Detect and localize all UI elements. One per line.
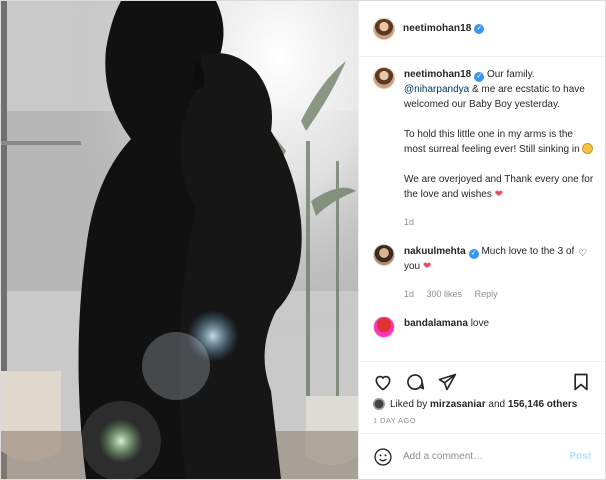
reply-button[interactable]: Reply	[475, 289, 498, 299]
emoji-smiley-icon[interactable]	[373, 447, 393, 467]
caption-paragraph: We are overjoyed and Thank every one for…	[404, 174, 594, 200]
avatar[interactable]	[373, 17, 395, 40]
like-comment-heart-icon[interactable]: ♡	[578, 248, 587, 259]
red-heart-icon: ❤	[494, 189, 504, 200]
comment-time[interactable]: 1d	[404, 289, 414, 299]
grinning-face-icon	[582, 143, 594, 154]
comment-username[interactable]: bandalamana	[404, 318, 468, 329]
like-heart-icon[interactable]	[373, 372, 393, 392]
list-item: nakuulmehta ✓ Much love to the 3 of you ❤…	[373, 244, 595, 302]
comment-input[interactable]	[403, 451, 570, 462]
add-comment-bar: Post	[359, 433, 605, 479]
comment-likes[interactable]: 300 likes	[427, 289, 463, 299]
verified-badge-icon: ✓	[468, 249, 479, 259]
caption-time[interactable]: 1d	[404, 217, 414, 227]
save-bookmark-icon[interactable]	[571, 372, 591, 392]
caption-username[interactable]: neetimohan18	[404, 69, 471, 80]
post-side-panel: neetimohan18 ✓ neetimohan18 ✓ Our family.…	[358, 1, 605, 479]
post-time-ago[interactable]: 1 DAY AGO	[373, 416, 591, 425]
caption-comment: neetimohan18 ✓ Our family. @niharpandya &…	[373, 67, 595, 230]
post-photo[interactable]	[1, 1, 358, 479]
red-heart-icon: ❤	[422, 261, 432, 272]
list-item: bandalamana love	[373, 316, 595, 338]
comment-meta: 1d 300 likes Reply	[404, 287, 577, 302]
avatar[interactable]	[373, 244, 395, 266]
likes-count-link[interactable]: 156,146 others	[508, 399, 578, 410]
avatar[interactable]	[373, 67, 395, 89]
share-paper-plane-icon[interactable]	[437, 372, 457, 392]
likes-summary: Liked by mirzasaniar and 156,146 others	[373, 398, 591, 410]
caption-meta: 1d	[404, 215, 595, 230]
post-header: neetimohan18 ✓	[359, 1, 605, 57]
verified-badge-icon: ✓	[474, 23, 485, 34]
caption-line1: Our family.	[487, 69, 535, 80]
caption-paragraph: To hold this little one in my arms is th…	[404, 127, 595, 157]
action-icons	[373, 368, 591, 396]
comment-bubble-icon[interactable]	[405, 372, 425, 392]
avatar[interactable]	[373, 316, 395, 338]
comments-list[interactable]: neetimohan18 ✓ Our family. @niharpandya &…	[373, 67, 595, 347]
post-window: neetimohan18 ✓ neetimohan18 ✓ Our family.…	[0, 0, 606, 480]
verified-badge-icon: ✓	[474, 72, 485, 82]
comment-username[interactable]: nakuulmehta	[404, 246, 466, 257]
post-actions: Liked by mirzasaniar and 156,146 others …	[359, 361, 605, 425]
silhouette-couple-image	[1, 1, 358, 479]
liked-by-username[interactable]: mirzasaniar	[430, 399, 486, 410]
mention-link[interactable]: @niharpandya	[404, 84, 469, 95]
avatar[interactable]	[373, 398, 385, 410]
post-comment-button[interactable]: Post	[569, 451, 591, 462]
header-username[interactable]: neetimohan18	[403, 23, 471, 34]
